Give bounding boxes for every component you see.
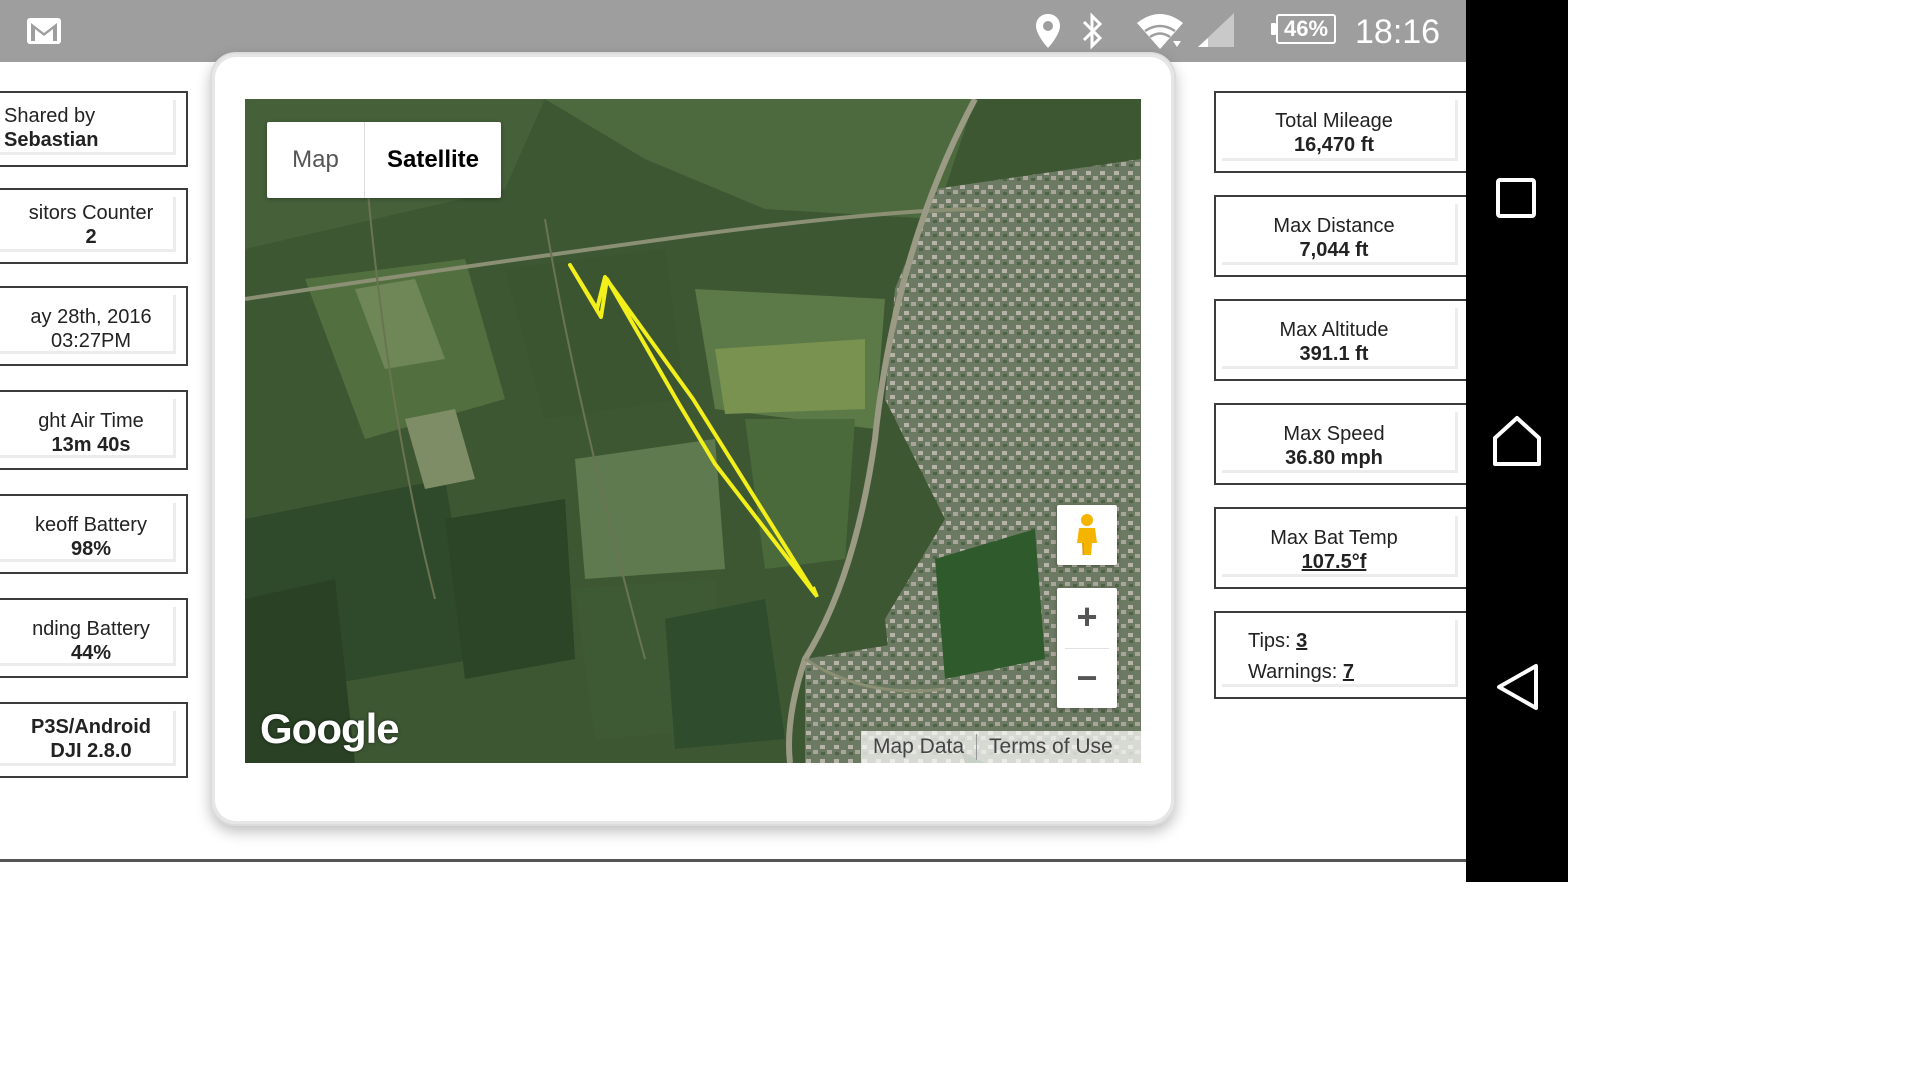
visitors-counter-card: sitors Counter 2 [0,188,188,264]
tips-count-link[interactable]: 3 [1296,630,1307,652]
home-button[interactable] [1490,414,1544,473]
card-value: 03:27PM [50,330,132,352]
card-label: Max Distance [1273,215,1395,237]
card-label: Max Bat Temp [1270,527,1398,549]
card-value: 391.1 ft [1299,343,1369,365]
card-value: 2 [85,226,97,248]
bottom-divider [0,859,1466,862]
card-value: 98% [70,538,112,560]
card-value: 36.80 mph [1285,447,1383,469]
zoom-controls: + − [1057,588,1117,708]
landing-battery-card: nding Battery 44% [0,598,188,678]
card-value: 16,470 ft [1293,134,1375,156]
recents-button[interactable] [1495,177,1537,224]
battery-percentage: 46% [1276,14,1336,44]
card-label: nding Battery [32,618,150,640]
card-value: DJI 2.8.0 [50,740,132,762]
card-value: 13m 40s [51,434,131,456]
card-label: keoff Battery [35,514,147,536]
device-app-card: P3S/Android DJI 2.8.0 [0,702,188,778]
recents-icon [1496,178,1536,218]
tips-label: Tips: [1248,630,1297,652]
map-type-toggle: Map Satellite [267,122,501,198]
card-label: Max Altitude [1279,319,1389,341]
card-label: Total Mileage [1275,110,1393,132]
shared-by-card: Shared by Sebastian [0,91,188,167]
home-icon [1493,416,1541,466]
navigation-bar [1466,0,1568,882]
card-label: Shared by [4,105,96,127]
zoom-in-button[interactable]: + [1057,588,1117,648]
back-button[interactable] [1494,662,1542,717]
flight-date-card: ay 28th, 2016 03:27PM [0,286,188,366]
card-value: 7,044 ft [1299,239,1369,261]
tips-warnings-card: Tips: 3 Warnings: 7 [1214,611,1470,699]
takeoff-battery-card: keoff Battery 98% [0,494,188,574]
warnings-row: Warnings: 7 [1248,660,1354,684]
google-logo: Google [260,705,400,752]
gmail-icon[interactable] [26,0,62,62]
street-view-pegman-button[interactable] [1057,505,1117,565]
flight-air-time-card: ght Air Time 13m 40s [0,390,188,470]
max-speed-card: Max Speed 36.80 mph [1214,403,1470,485]
card-label: Max Speed [1283,423,1385,445]
satellite-imagery [245,99,1141,763]
map-tab[interactable]: Map [267,122,365,198]
tips-row: Tips: 3 [1248,629,1307,653]
back-icon [1497,664,1538,710]
terms-of-use-link[interactable]: Terms of Use [977,735,1125,759]
pegman-icon [1077,514,1097,555]
warnings-label: Warnings: [1248,661,1343,683]
map-attribution: Map Data Terms of Use [861,731,1141,763]
warnings-count-link[interactable]: 7 [1343,661,1354,683]
max-altitude-card: Max Altitude 391.1 ft [1214,299,1470,381]
map-data-link[interactable]: Map Data [861,735,976,759]
card-value: 44% [70,642,112,664]
card-value: Sebastian [4,129,99,151]
card-label: ay 28th, 2016 [30,306,152,328]
satellite-tab[interactable]: Satellite [365,122,501,198]
clock: 18:16 [1355,13,1441,51]
max-bat-temp-link[interactable]: 107.5°f [1216,550,1452,574]
card-label: P3S/Android [30,716,151,738]
signal-icon [1196,0,1238,62]
satellite-map[interactable]: Map Satellite + − Google Map Data Terms … [245,99,1141,763]
max-distance-card: Max Distance 7,044 ft [1214,195,1470,277]
card-label: ght Air Time [38,410,144,432]
total-mileage-card: Total Mileage 16,470 ft [1214,91,1470,173]
card-label: sitors Counter [28,202,154,224]
zoom-out-button[interactable]: − [1057,649,1117,708]
max-bat-temp-card: Max Bat Temp 107.5°f [1214,507,1470,589]
